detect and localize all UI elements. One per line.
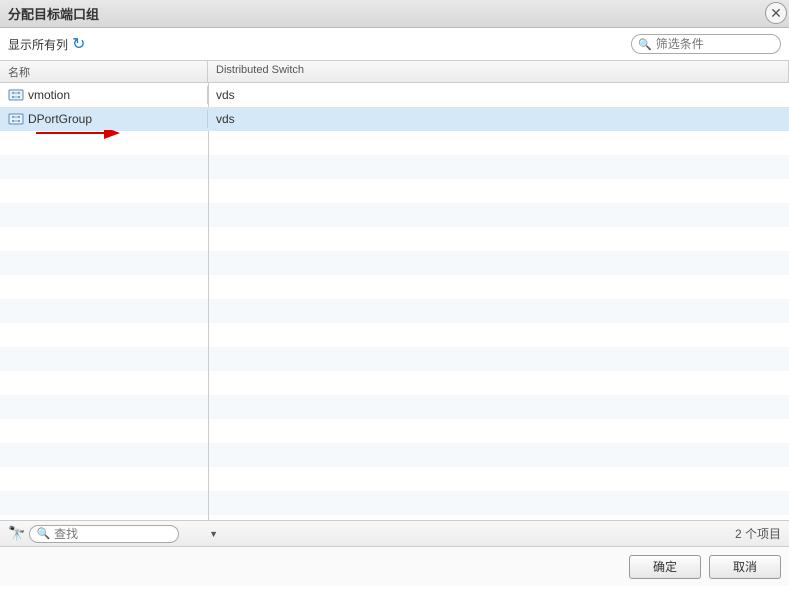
toolbar: 显示所有列 ↻ 🔍 ▼	[0, 28, 789, 60]
empty-row	[0, 275, 789, 299]
dialog-title: 分配目标端口组	[8, 4, 99, 23]
empty-row	[0, 227, 789, 251]
empty-row	[0, 179, 789, 203]
dialog-footer: 确定 取消	[0, 546, 789, 586]
cell-name: DPortGroup	[0, 110, 208, 128]
binoculars-icon[interactable]: 🔭	[8, 525, 25, 542]
search-icon: 🔍	[36, 527, 50, 540]
cell-name: vmotion	[0, 86, 208, 104]
empty-row	[0, 419, 789, 443]
cell-switch: vds	[208, 86, 789, 104]
chevron-down-icon[interactable]: ▼	[209, 529, 218, 539]
column-divider[interactable]	[208, 83, 209, 520]
close-button[interactable]: ✕	[765, 2, 787, 24]
row-name-label: DPortGroup	[28, 112, 92, 126]
filter-input[interactable]	[656, 37, 789, 51]
toolbar-left: 显示所有列 ↻	[8, 34, 85, 54]
table-row[interactable]: DPortGroup vds	[0, 107, 789, 131]
table: 名称 Distributed Switch vmotionvdsDPortGro…	[0, 60, 789, 520]
statusbar-left: 🔭 🔍 ▼	[8, 525, 179, 543]
empty-row	[0, 251, 789, 275]
table-header: 名称 Distributed Switch	[0, 61, 789, 83]
table-row[interactable]: vmotion vds	[0, 83, 789, 107]
column-header-switch[interactable]: Distributed Switch	[208, 61, 789, 82]
empty-row	[0, 131, 789, 155]
table-body-container: vmotion vds DPortGroup vds	[0, 83, 789, 520]
row-name-label: vmotion	[28, 88, 70, 102]
cancel-button[interactable]: 取消	[709, 555, 781, 579]
search-input[interactable]	[54, 527, 209, 541]
show-all-columns-label[interactable]: 显示所有列	[8, 36, 68, 53]
row-stripes	[0, 131, 789, 520]
column-header-name[interactable]: 名称	[0, 61, 208, 82]
search-icon: 🔍	[638, 38, 652, 51]
empty-row	[0, 395, 789, 419]
empty-row	[0, 491, 789, 515]
empty-row	[0, 467, 789, 491]
item-count: 2 个项目	[735, 525, 781, 542]
refresh-icon[interactable]: ↻	[72, 34, 85, 54]
cell-switch: vds	[208, 110, 789, 128]
empty-row	[0, 155, 789, 179]
table-rows: vmotion vds DPortGroup vds	[0, 83, 789, 131]
empty-row	[0, 203, 789, 227]
portgroup-icon	[8, 112, 24, 126]
close-icon: ✕	[770, 5, 782, 22]
empty-row	[0, 371, 789, 395]
statusbar: 🔭 🔍 ▼ 2 个项目	[0, 520, 789, 546]
filter-box[interactable]: 🔍 ▼	[631, 34, 781, 54]
empty-row	[0, 323, 789, 347]
empty-row	[0, 299, 789, 323]
empty-row	[0, 443, 789, 467]
portgroup-icon	[8, 88, 24, 102]
dialog-titlebar: 分配目标端口组 ✕	[0, 0, 789, 28]
search-box[interactable]: 🔍 ▼	[29, 525, 179, 543]
empty-row	[0, 347, 789, 371]
empty-row	[0, 515, 789, 520]
ok-button[interactable]: 确定	[629, 555, 701, 579]
